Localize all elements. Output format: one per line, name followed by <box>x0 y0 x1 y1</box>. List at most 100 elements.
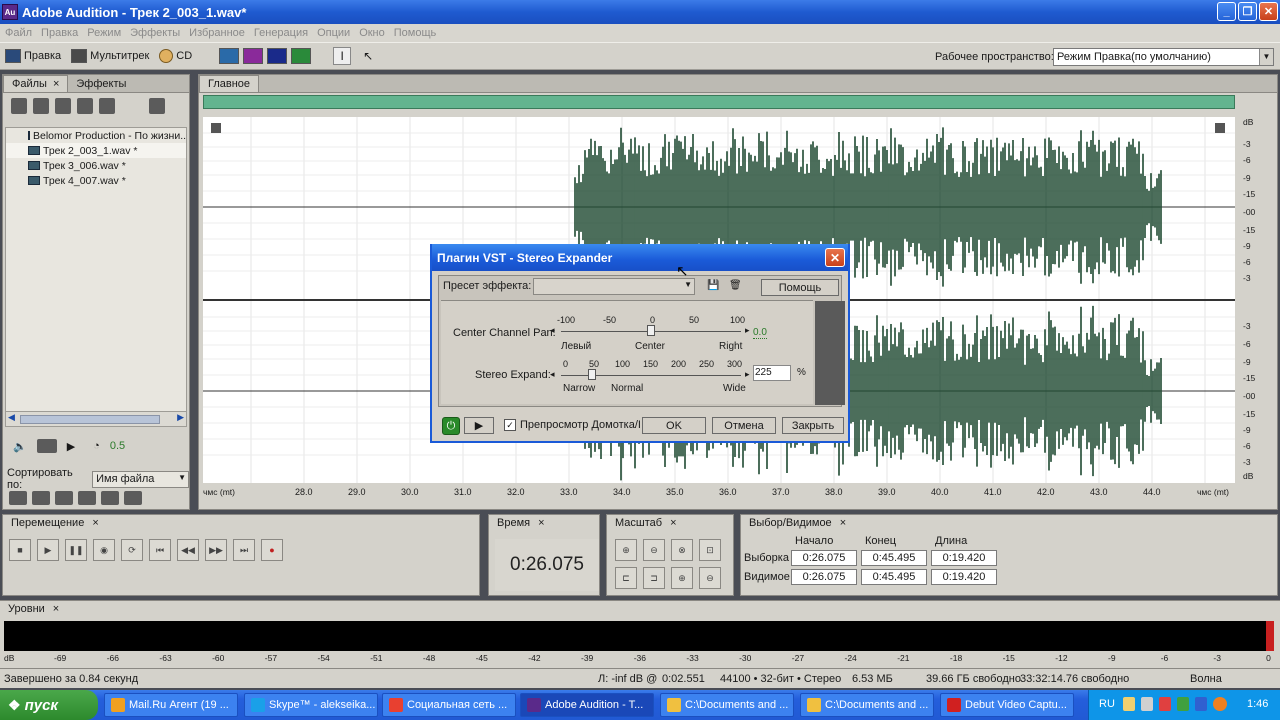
loop-play-button[interactable]: ⟳ <box>121 539 143 561</box>
slider-thumb[interactable] <box>588 369 596 380</box>
decrease-icon[interactable]: ◂ <box>550 369 555 380</box>
taskbar-task[interactable]: C:\Documents and ... <box>800 693 934 717</box>
view-end-field[interactable]: 0:45.495 <box>861 569 927 585</box>
volume-tray-icon[interactable] <box>1195 697 1207 711</box>
filter-loop-icon[interactable] <box>32 491 50 505</box>
close-icon[interactable]: × <box>53 78 59 90</box>
multitrack-view-button[interactable]: Мультитрек <box>66 45 154 67</box>
view-start-field[interactable]: 0:26.075 <box>791 569 857 585</box>
scroll-left-icon[interactable]: ◀ <box>8 412 15 423</box>
clip-indicator[interactable] <box>1266 621 1274 651</box>
taskbar-task[interactable]: Debut Video Captu... <box>940 693 1074 717</box>
slider-thumb[interactable] <box>647 325 655 336</box>
tab-transport[interactable]: Перемещение × <box>3 515 107 532</box>
center-pan-slider[interactable] <box>561 325 741 337</box>
workspace-select[interactable]: Режим Правка(по умолчанию) ▼ <box>1053 48 1274 66</box>
rewind-button[interactable]: ◀◀ <box>177 539 199 561</box>
menu-window[interactable]: Окно <box>359 27 385 39</box>
selection-end-field[interactable]: 0:45.495 <box>861 550 927 566</box>
menu-file[interactable]: Файл <box>5 27 32 39</box>
play-file-icon[interactable] <box>99 98 115 114</box>
close-icon[interactable]: × <box>53 603 59 616</box>
go-to-start-button[interactable]: ⏮ <box>149 539 171 561</box>
network-icon[interactable] <box>1141 697 1153 711</box>
play-preview-button[interactable]: ▶ <box>464 417 494 434</box>
help-tray-icon[interactable] <box>1123 697 1135 711</box>
tab-time[interactable]: Время × <box>489 515 553 532</box>
stereo-expand-input[interactable]: 225 <box>753 365 791 381</box>
open-file-icon[interactable] <box>11 98 27 114</box>
play-icon[interactable]: ▶ <box>67 440 75 453</box>
close-dialog-button[interactable]: Закрыть <box>782 417 844 434</box>
ok-button[interactable]: OK <box>642 417 706 434</box>
menu-favorites[interactable]: Избранное <box>189 27 245 39</box>
menu-generate[interactable]: Генерация <box>254 27 308 39</box>
tab-selection[interactable]: Выбор/Видимое × <box>741 515 855 532</box>
taskbar-task[interactable]: C:\Documents and ... <box>660 693 794 717</box>
speaker-icon[interactable]: 🔈 <box>13 440 27 453</box>
marker-icon[interactable] <box>211 123 221 133</box>
tab-files[interactable]: Файлы × <box>3 75 69 92</box>
tab-main[interactable]: Главное <box>199 75 260 92</box>
overview-bar[interactable] <box>203 95 1235 109</box>
zoom-selection-icon[interactable]: ⊡ <box>699 539 721 561</box>
auto-play-icon[interactable] <box>149 98 165 114</box>
tab-effects[interactable]: Эффекты <box>68 76 135 92</box>
loop-icon[interactable] <box>36 439 57 453</box>
spectral-pan-icon[interactable] <box>267 48 288 64</box>
edit-view-button[interactable]: Правка <box>0 45 66 67</box>
tab-levels[interactable]: Уровни × <box>0 601 68 618</box>
close-icon[interactable]: × <box>92 517 98 530</box>
delete-preset-icon[interactable]: 🗑 <box>729 280 742 291</box>
menu-edit[interactable]: Правка <box>41 27 78 39</box>
taskbar-task[interactable]: Социальная сеть ... <box>382 693 516 717</box>
scroll-right-icon[interactable]: ▶ <box>177 412 184 423</box>
filter-audio-icon[interactable] <box>9 491 27 505</box>
time-ruler[interactable]: чмс (mt) чмс (mt) 28.0 29.0 30.0 31.0 32.0 33.0… <box>203 483 1275 509</box>
antivirus-icon[interactable] <box>1159 697 1171 711</box>
taskbar-task[interactable]: Mail.Ru Агент (19 ... <box>104 693 238 717</box>
spectral-display-icon[interactable] <box>243 48 264 64</box>
save-preset-icon[interactable]: 💾 <box>707 280 719 291</box>
pause-button[interactable]: ❚❚ <box>65 539 87 561</box>
dialog-close-button[interactable]: ✕ <box>825 248 845 267</box>
play-button[interactable]: ▶ <box>37 539 59 561</box>
taskbar-task[interactable]: Adobe Audition - T... <box>520 693 654 717</box>
list-item[interactable]: Трек 2_003_1.wav * <box>6 143 186 158</box>
zoom-in-horizontal-icon[interactable]: ⊕ <box>615 539 637 561</box>
taskbar-task[interactable]: Skype™ - alekseika... <box>244 693 378 717</box>
mail-tray-icon[interactable] <box>1213 697 1227 711</box>
cd-view-button[interactable]: CD <box>154 45 197 67</box>
list-item[interactable]: Трек 3_006.wav * <box>6 158 186 173</box>
increase-icon[interactable]: ▸ <box>745 369 750 380</box>
preview-checkbox[interactable]: ✓ <box>504 419 516 431</box>
record-button[interactable]: ● <box>261 539 283 561</box>
list-item[interactable]: Belomor Production - По жизни... <box>6 128 186 143</box>
zoom-in-vertical-icon[interactable]: ⊕ <box>671 567 693 589</box>
close-file-icon[interactable] <box>33 98 49 114</box>
full-names-icon[interactable] <box>124 491 142 505</box>
filter-midi-icon[interactable] <box>78 491 96 505</box>
decrease-icon[interactable]: ◂ <box>550 325 555 336</box>
clock[interactable]: 1:46 <box>1247 698 1268 710</box>
preset-select[interactable]: ▼ <box>533 278 695 295</box>
close-icon[interactable]: × <box>670 517 676 530</box>
selection-length-field[interactable]: 0:19.420 <box>931 550 997 566</box>
marker-icon[interactable] <box>1215 123 1225 133</box>
menu-options[interactable]: Опции <box>317 27 350 39</box>
close-icon[interactable]: × <box>840 517 846 530</box>
view-length-field[interactable]: 0:19.420 <box>931 569 997 585</box>
minimize-button[interactable]: _ <box>1217 2 1236 21</box>
tab-zoom[interactable]: Масштаб × <box>607 515 685 532</box>
go-to-end-button[interactable]: ⏭ <box>233 539 255 561</box>
waveform-display-icon[interactable] <box>219 48 240 64</box>
zoom-out-horizontal-icon[interactable]: ⊖ <box>643 539 665 561</box>
zoom-out-vertical-icon[interactable]: ⊖ <box>699 567 721 589</box>
filter-video-icon[interactable] <box>55 491 73 505</box>
volume-knob-icon[interactable]: ◔ <box>93 440 100 452</box>
scroll-thumb[interactable] <box>20 415 160 424</box>
zoom-left-edge-icon[interactable]: ⊏ <box>615 567 637 589</box>
menu-effects[interactable]: Эффекты <box>130 27 180 39</box>
language-indicator[interactable]: RU <box>1099 698 1115 710</box>
zoom-out-full-icon[interactable]: ⊗ <box>671 539 693 561</box>
